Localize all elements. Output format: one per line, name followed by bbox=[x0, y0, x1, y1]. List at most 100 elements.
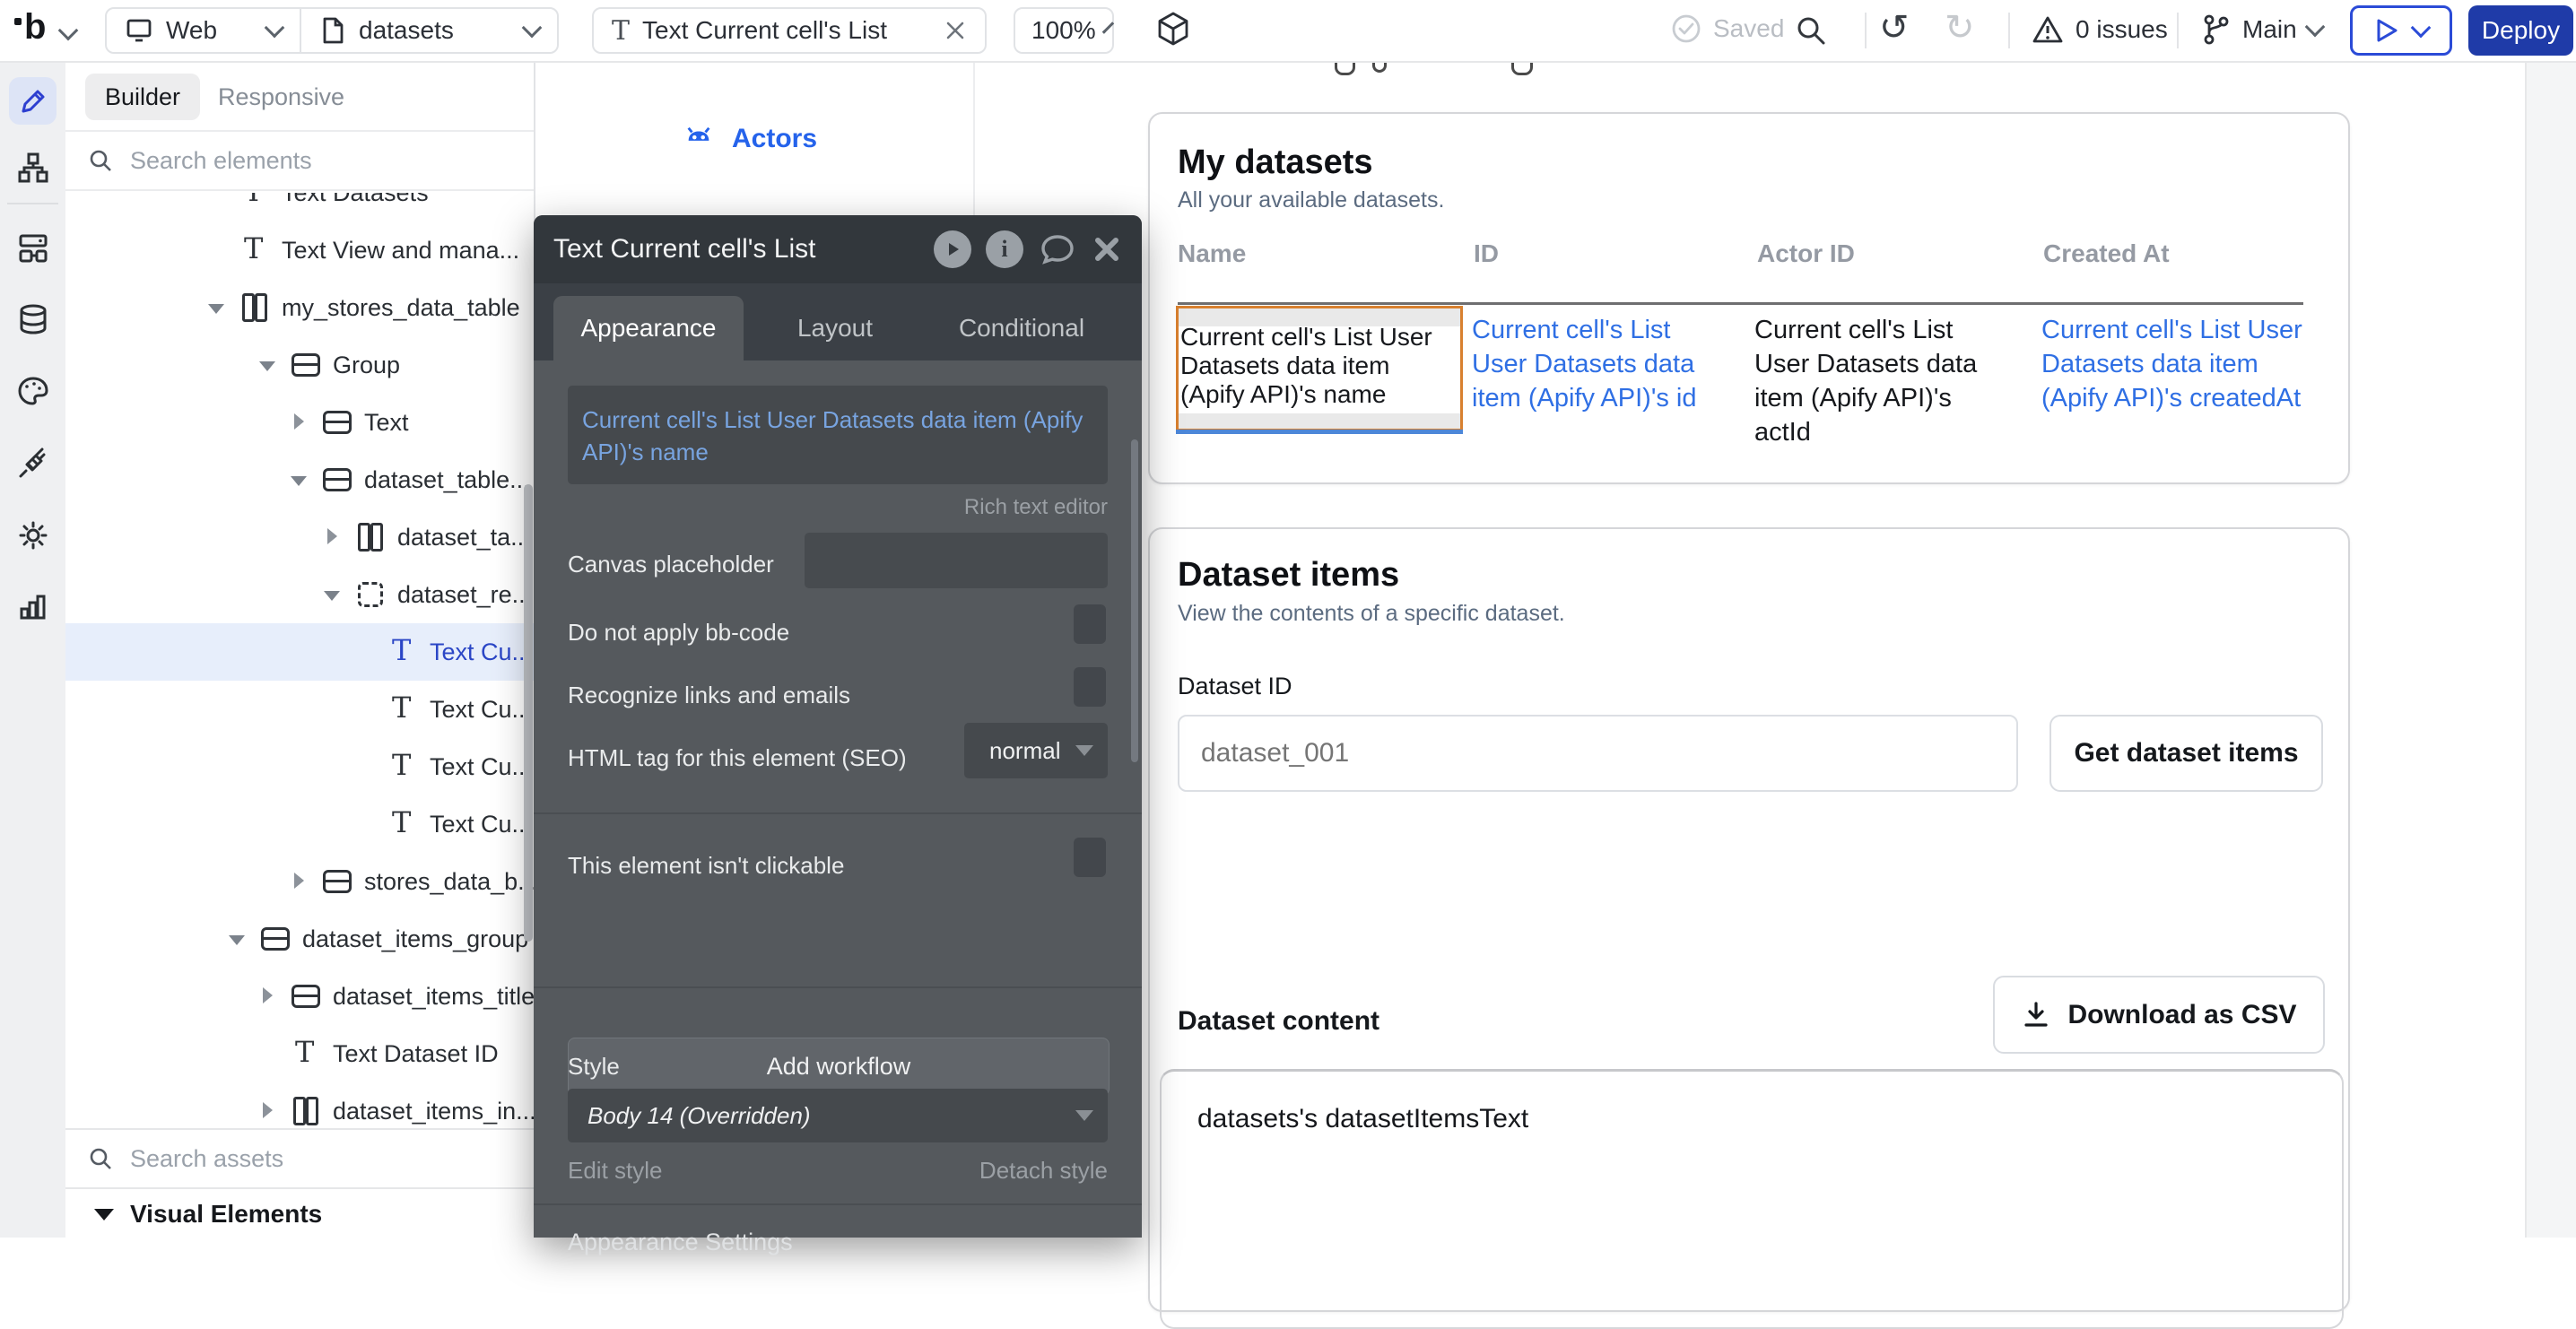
page-label: datasets bbox=[359, 16, 454, 45]
chevron-down-icon bbox=[1075, 745, 1093, 756]
branch-select[interactable]: Main bbox=[2199, 13, 2322, 47]
inspector-scrollbar[interactable] bbox=[1131, 439, 1138, 762]
chevron-down-icon bbox=[522, 18, 543, 39]
tree-item[interactable]: Text Dataset ID bbox=[65, 1025, 534, 1082]
close-icon[interactable] bbox=[1092, 234, 1122, 265]
element-info-button[interactable]: i bbox=[986, 230, 1023, 268]
settings-tab[interactable] bbox=[9, 511, 57, 559]
tab-responsive[interactable]: Responsive bbox=[198, 74, 364, 120]
dataset-content-text: datasets's datasetItemsText bbox=[1197, 1104, 1528, 1134]
caret-icon[interactable] bbox=[287, 870, 310, 893]
deploy-button[interactable]: Deploy bbox=[2468, 5, 2573, 56]
component-cube-icon[interactable] bbox=[1155, 11, 1191, 50]
logs-tab[interactable] bbox=[9, 583, 57, 630]
caret-icon[interactable] bbox=[287, 411, 310, 434]
tree-item-label: my_stores_data_table bbox=[282, 294, 520, 322]
comment-icon[interactable] bbox=[1038, 231, 1077, 267]
caret-icon[interactable] bbox=[256, 353, 279, 377]
bubble-logo[interactable]: b bbox=[14, 7, 46, 48]
tree-item[interactable]: Text Cu... bbox=[65, 795, 534, 853]
undo-icon[interactable]: ↺ bbox=[1879, 7, 1910, 48]
dataset-items-title: Dataset items bbox=[1178, 556, 1399, 595]
page-select[interactable]: datasets bbox=[301, 16, 557, 45]
tree-item[interactable]: dataset_items_in... bbox=[65, 1082, 534, 1128]
rich-text-editor-link[interactable]: Rich text editor bbox=[964, 495, 1108, 520]
tab-builder[interactable]: Builder bbox=[85, 74, 200, 120]
search-icon[interactable] bbox=[1794, 13, 1828, 48]
logo-chevron-icon[interactable] bbox=[58, 21, 79, 41]
plugins-tab[interactable] bbox=[9, 439, 57, 487]
visual-elements-section[interactable]: Visual Elements bbox=[65, 1191, 534, 1238]
preview-element-button[interactable] bbox=[934, 230, 971, 268]
caret-icon[interactable] bbox=[320, 526, 344, 549]
canvas-placeholder-input[interactable] bbox=[805, 533, 1108, 588]
not-clickable-checkbox[interactable] bbox=[1074, 838, 1106, 877]
tree-item[interactable]: Text View and mana... bbox=[65, 222, 534, 279]
bb-code-checkbox[interactable] bbox=[1074, 604, 1106, 644]
tab-layout[interactable]: Layout bbox=[745, 296, 925, 360]
element-type-icon bbox=[259, 923, 292, 955]
tree-item[interactable]: Text Datasets bbox=[65, 193, 534, 222]
dataset-id-input[interactable] bbox=[1178, 715, 2018, 792]
caret-icon[interactable] bbox=[256, 1099, 279, 1123]
tree-item[interactable]: dataset_items_group bbox=[65, 910, 534, 968]
tree-item[interactable]: dataset_items_title bbox=[65, 968, 534, 1025]
style-select[interactable]: Body 14 (Overridden) bbox=[568, 1089, 1108, 1142]
caret-icon[interactable] bbox=[205, 296, 228, 319]
my-datasets-title: My datasets bbox=[1178, 143, 1373, 182]
issues-button[interactable]: 0 issues bbox=[2031, 13, 2168, 47]
chevron-down-icon bbox=[1075, 1110, 1093, 1121]
tab-conditional[interactable]: Conditional bbox=[932, 296, 1111, 360]
tree-item[interactable]: stores_data_b... bbox=[65, 853, 534, 910]
tree-item[interactable]: my_stores_data_table bbox=[65, 279, 534, 336]
platform-select[interactable]: Web bbox=[107, 16, 300, 45]
redo-icon[interactable]: ↻ bbox=[1945, 7, 1975, 48]
download-csv-button[interactable]: Download as CSV bbox=[1993, 976, 2325, 1054]
close-icon[interactable] bbox=[944, 19, 967, 42]
tree-item[interactable]: dataset_table... bbox=[65, 451, 534, 508]
tab-appearance[interactable]: Appearance bbox=[553, 296, 744, 360]
property-editor[interactable]: Text Current cell's List i Appearance La… bbox=[534, 215, 1142, 1238]
tree-item-selected[interactable]: Text Cu... bbox=[65, 623, 534, 681]
pages-tab[interactable] bbox=[9, 143, 57, 191]
caret-icon[interactable] bbox=[287, 468, 310, 491]
caret-icon[interactable] bbox=[320, 583, 344, 606]
get-dataset-items-button[interactable]: Get dataset items bbox=[2049, 715, 2323, 792]
zoom-select[interactable]: 100% bbox=[1014, 7, 1114, 54]
cell-created-at[interactable]: Current cell's List User Datasets data i… bbox=[2041, 313, 2333, 415]
play-icon bbox=[944, 240, 962, 258]
cell-actor-id: Current cell's List User Datasets data i… bbox=[1754, 313, 2019, 449]
tree-item[interactable]: Text Cu... bbox=[65, 738, 534, 795]
caret-down-icon bbox=[94, 1209, 114, 1220]
links-emails-checkbox[interactable] bbox=[1074, 667, 1106, 707]
html-tag-select[interactable]: normal bbox=[964, 723, 1108, 778]
play-icon bbox=[2374, 17, 2399, 44]
preview-button[interactable] bbox=[2350, 5, 2452, 56]
tree-item[interactable]: dataset_re... bbox=[65, 566, 534, 623]
nav-item-actors[interactable]: Actors bbox=[683, 124, 817, 154]
search-elements-input[interactable] bbox=[128, 146, 473, 176]
open-element-tab[interactable]: T Text Current cell's List bbox=[592, 7, 987, 54]
tree-scrollbar[interactable] bbox=[524, 484, 533, 942]
workflow-tab[interactable] bbox=[9, 224, 57, 272]
property-editor-header[interactable]: Text Current cell's List i bbox=[534, 215, 1142, 283]
cell-id[interactable]: Current cell's List User Datasets data i… bbox=[1472, 313, 1741, 415]
search-assets-input[interactable] bbox=[128, 1144, 473, 1174]
design-tab[interactable] bbox=[9, 77, 57, 125]
dataset-content-label: Dataset content bbox=[1178, 1006, 1379, 1037]
caret-icon[interactable] bbox=[256, 985, 279, 1008]
caret-icon[interactable] bbox=[225, 927, 248, 951]
tree-item[interactable]: Text bbox=[65, 394, 534, 451]
add-workflow-button[interactable]: Add workflow bbox=[568, 1038, 1110, 1096]
styles-tab[interactable] bbox=[9, 368, 57, 415]
tree-item[interactable]: Text Cu... bbox=[65, 681, 534, 738]
robot-icon bbox=[683, 124, 714, 154]
tree-item[interactable]: dataset_ta... bbox=[65, 508, 534, 566]
edit-style-link[interactable]: Edit style bbox=[568, 1157, 663, 1185]
text-expression-editor[interactable]: Current cell's List User Datasets data i… bbox=[568, 386, 1108, 484]
selected-text-element[interactable]: Current cell's List User Datasets data i… bbox=[1176, 306, 1463, 431]
data-tab[interactable] bbox=[9, 296, 57, 343]
tree-item-label: Text Cu... bbox=[430, 753, 532, 781]
tree-item[interactable]: Group bbox=[65, 336, 534, 394]
detach-style-link[interactable]: Detach style bbox=[979, 1157, 1108, 1185]
